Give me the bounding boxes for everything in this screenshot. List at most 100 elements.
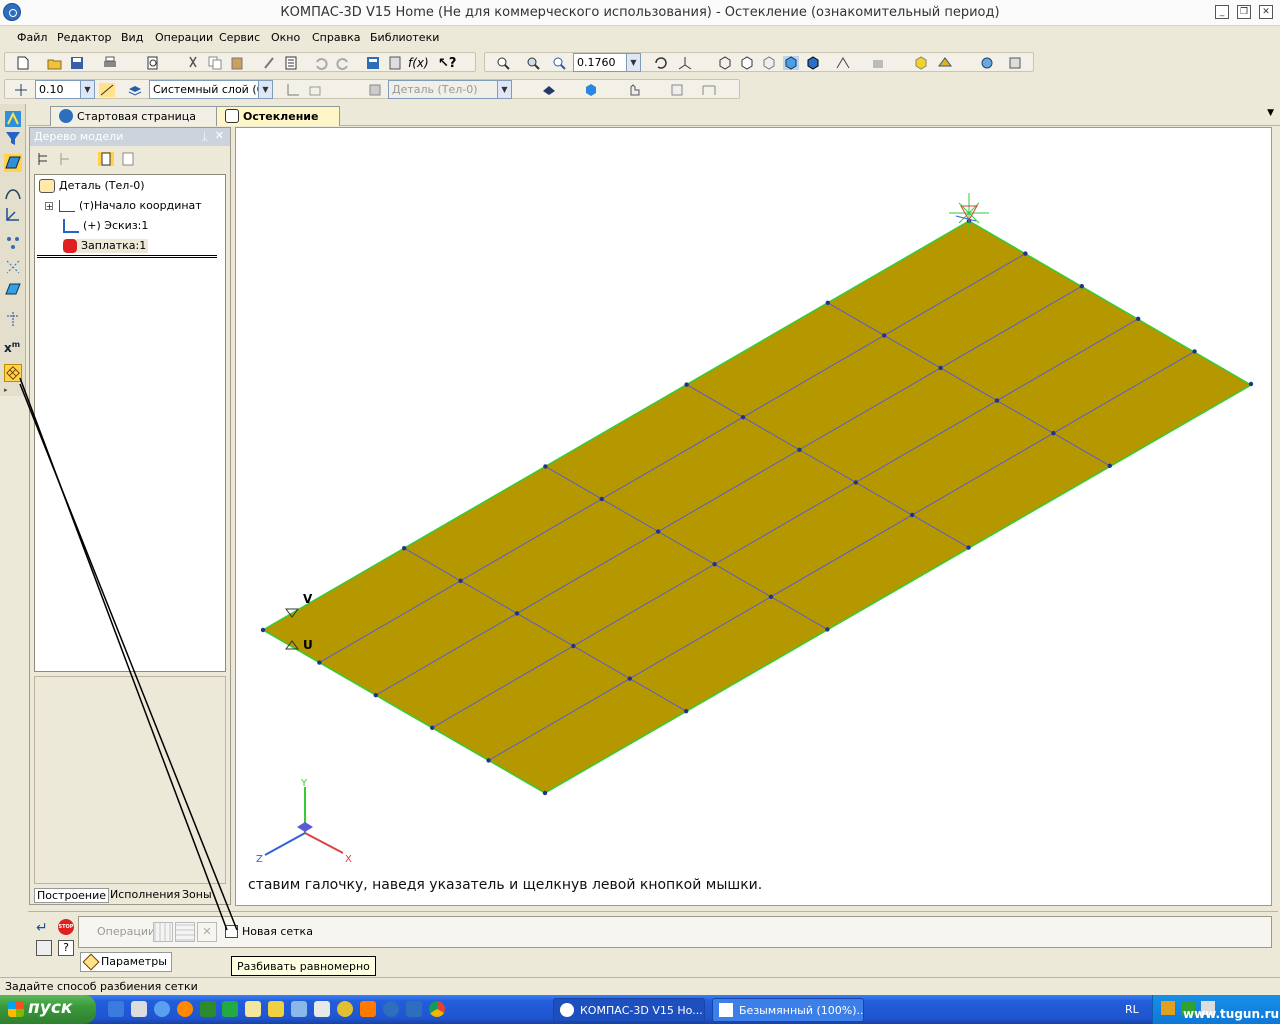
tray-app-icon[interactable]: [1161, 1001, 1175, 1015]
array-icon[interactable]: [4, 234, 22, 252]
section-icon[interactable]: [871, 56, 887, 70]
menu-file[interactable]: Файл: [17, 31, 47, 44]
quicklaunch-9-icon[interactable]: [291, 1001, 307, 1017]
variables-icon[interactable]: xm: [4, 340, 22, 358]
manager-icon[interactable]: [365, 56, 381, 70]
kompas-quick-icon[interactable]: [383, 1001, 399, 1017]
wireframe-icon[interactable]: [717, 56, 733, 70]
model-viewport[interactable]: V U Y X Z: [235, 127, 1272, 906]
tree-item-sketch[interactable]: (+) Эскиз:1: [63, 219, 148, 233]
minimize-button[interactable]: _: [1215, 5, 1229, 19]
help-icon[interactable]: ?: [58, 940, 74, 956]
menu-service[interactable]: Сервис: [219, 31, 260, 44]
patch-surface[interactable]: [261, 220, 1253, 794]
menu-edit[interactable]: Редактор: [57, 31, 112, 44]
zoom-scale-icon[interactable]: [551, 56, 567, 70]
notepad-icon[interactable]: [245, 1001, 261, 1017]
filter-icon[interactable]: [979, 56, 995, 70]
expand-plus-icon[interactable]: +: [45, 202, 53, 211]
shaded-edges-icon[interactable]: [805, 56, 821, 70]
stop-icon[interactable]: STOP: [58, 919, 74, 935]
part-icon[interactable]: [367, 83, 383, 97]
surfaces-icon[interactable]: [4, 154, 22, 172]
shaded-icon[interactable]: [783, 56, 799, 70]
tree-item-origin[interactable]: + (т)Начало координат: [45, 199, 202, 212]
cut-icon[interactable]: [185, 56, 201, 70]
menu-libraries[interactable]: Библиотеки: [370, 31, 439, 44]
wireframe-curves-icon[interactable]: [4, 184, 22, 202]
create-object-icon[interactable]: [36, 940, 52, 956]
layer-combo[interactable]: Системный слой (0) ▼: [149, 80, 273, 99]
diagnostics-icon[interactable]: [4, 310, 22, 328]
settings-icon[interactable]: [1007, 56, 1023, 70]
rotate-icon[interactable]: [653, 56, 669, 70]
tree-view-icon[interactable]: [58, 152, 74, 166]
orientation-cs-icon[interactable]: [307, 83, 323, 97]
language-indicator[interactable]: RL: [1125, 1003, 1139, 1016]
menu-view[interactable]: Вид: [121, 31, 143, 44]
blue-cube-icon[interactable]: [583, 83, 599, 97]
task-kompas[interactable]: КОМПАС-3D V15 Ho...: [553, 998, 705, 1022]
new-grid-label[interactable]: Новая сетка: [242, 925, 313, 938]
color-icon[interactable]: [541, 83, 557, 97]
quicklaunch-3-icon[interactable]: [154, 1001, 170, 1017]
start-button[interactable]: пуск: [0, 995, 96, 1024]
properties-icon[interactable]: [283, 56, 299, 70]
expand-arrow-icon[interactable]: ▸: [4, 386, 22, 404]
quicklaunch-10-icon[interactable]: [314, 1001, 330, 1017]
menu-window[interactable]: Окно: [271, 31, 300, 44]
dimension-icon[interactable]: [701, 83, 717, 97]
display-mode-icon[interactable]: [937, 56, 953, 70]
function-fx-icon[interactable]: f(x): [408, 56, 429, 70]
model-edit-icon[interactable]: [4, 110, 22, 128]
close-button[interactable]: ✕: [1259, 5, 1273, 19]
hidden-lines-icon[interactable]: [739, 56, 755, 70]
undo-icon[interactable]: [313, 56, 329, 70]
tabs-menu-chevron-icon[interactable]: ▼: [1267, 108, 1274, 118]
end-of-tree-marker[interactable]: [37, 255, 217, 258]
enter-arrow-icon[interactable]: ↵: [36, 920, 48, 936]
open-folder-icon[interactable]: [47, 56, 63, 70]
media-player-icon[interactable]: [131, 1001, 147, 1017]
tree-structure-icon[interactable]: [36, 152, 52, 166]
task-paint[interactable]: Безымянный (100%)...: [712, 998, 864, 1022]
cube-yellow-icon[interactable]: [913, 56, 929, 70]
tab-glazing[interactable]: Остекление: [216, 106, 340, 126]
chevron-down-icon[interactable]: ▼: [626, 54, 640, 71]
copy-icon[interactable]: [207, 56, 223, 70]
firefox-icon[interactable]: [177, 1001, 193, 1017]
table-icon[interactable]: [669, 83, 685, 97]
step-combo[interactable]: 0.10 ▼: [35, 80, 95, 99]
local-cs-icon[interactable]: [285, 83, 301, 97]
grid-snap-icon[interactable]: [99, 83, 115, 97]
ie-icon[interactable]: [108, 1001, 124, 1017]
zoom-combo[interactable]: 0.1760 ▼: [573, 53, 641, 72]
format-painter-icon[interactable]: [261, 56, 277, 70]
filter-funnel-icon[interactable]: [4, 130, 22, 148]
new-grid-checkbox[interactable]: [225, 925, 238, 938]
quicklaunch-14-icon[interactable]: [406, 1001, 422, 1017]
tab-variants[interactable]: Исполнения: [110, 888, 180, 901]
menu-help[interactable]: Справка: [312, 31, 360, 44]
menu-operations[interactable]: Операции: [155, 31, 213, 44]
save-icon[interactable]: [69, 56, 85, 70]
chevron-down-icon[interactable]: ▼: [80, 81, 94, 98]
zoom-window-icon[interactable]: [495, 56, 511, 70]
hand-pointer-icon[interactable]: [627, 83, 643, 97]
tab-zones[interactable]: Зоны: [182, 888, 212, 901]
tab-parameters[interactable]: Параметры: [80, 952, 172, 972]
quicklaunch-8-icon[interactable]: [268, 1001, 284, 1017]
paste-icon[interactable]: [229, 56, 245, 70]
chrome-icon[interactable]: [429, 1001, 445, 1017]
tree-icon[interactable]: [387, 56, 403, 70]
zoom-all-icon[interactable]: [525, 56, 541, 70]
tree-list-icon[interactable]: [120, 152, 136, 166]
quicklaunch-5-icon[interactable]: [200, 1001, 216, 1017]
snap-point-icon[interactable]: [13, 83, 29, 97]
tree-item-patch[interactable]: Заплатка:1: [63, 239, 149, 253]
thin-hidden-icon[interactable]: [761, 56, 777, 70]
pin-icon[interactable]: ᛣ: [201, 130, 208, 143]
help-pointer-icon[interactable]: ↖?: [438, 56, 456, 71]
points-icon[interactable]: [4, 258, 22, 276]
tree-doc-icon[interactable]: [98, 152, 114, 166]
